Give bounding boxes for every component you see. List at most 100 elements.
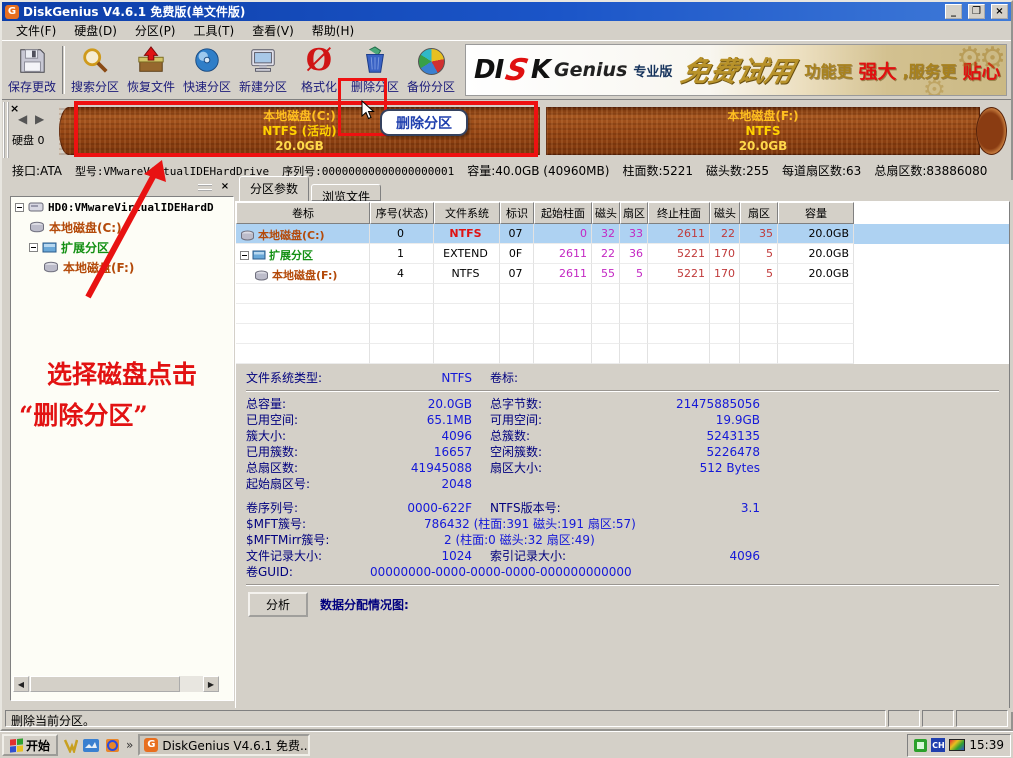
table-row-disk-f[interactable]: 本地磁盘(F:) 4 NTFS 07 2611 55 5 5221 170 5 … — [236, 264, 1009, 284]
gear-decoration-2: ⚙ — [923, 75, 946, 96]
disk-bar-area: × ◀ ▶ 硬盘 0 本地磁盘(C:) NTFS (活动) 20.0GB 本地磁… — [2, 100, 1011, 160]
menu-help[interactable]: 帮助(H) — [304, 20, 362, 41]
status-bar: 删除当前分区。 — [2, 708, 1011, 729]
partition-params-panel: 卷标 序号(状态) 文件系统 标识 起始柱面 磁头 扇区 终止柱面 磁头 扇区 … — [235, 201, 1010, 710]
partition-detail-panel: 分区参数 浏览文件 卷标 序号(状态) 文件系统 标识 起始柱面 磁头 扇区 — [235, 180, 1010, 710]
disk-heads: 磁头数:255 — [706, 162, 769, 179]
disk-sectors-per-track: 每道扇区数:63 — [782, 162, 861, 179]
pie-icon — [418, 45, 445, 77]
disk-capacity: 容量:40.0GB (40960MB) — [467, 162, 609, 179]
backup-partition-button[interactable]: 备份分区 — [403, 42, 459, 98]
recover-files-button[interactable]: 恢复文件 — [123, 42, 179, 98]
diskgenius-window: G DiskGenius V4.6.1 免费版(单文件版) _ ❐ × 文件(F… — [0, 0, 1013, 731]
filesystem-details: 文件系统类型: NTFS 卷标: 总容量:20.0GB总字节数:21475885… — [236, 364, 1009, 617]
separator — [246, 584, 999, 586]
red-annotation-text: 选择磁盘点击 “删除分区” — [11, 355, 233, 432]
display-tray-icon[interactable] — [949, 739, 965, 751]
new-partition-button[interactable]: 新建分区 — [235, 42, 291, 98]
tree-item-extended[interactable]: 扩展分区 — [25, 237, 233, 257]
menu-tools[interactable]: 工具(T) — [186, 20, 243, 41]
partition-icon — [240, 230, 255, 241]
disk-interface: 接口:ATA — [12, 162, 62, 179]
vmware-tools-tray-icon[interactable] — [914, 739, 927, 752]
save-changes-button[interactable]: 保存更改 — [4, 42, 60, 98]
pro-version-banner[interactable]: ⚙⚙ ⚙ DI S K Genius 专业版 免费试用 功能更 强大 ,服务更 … — [465, 44, 1007, 96]
status-pane — [922, 710, 954, 727]
quicklaunch-overflow-chevron[interactable]: » — [124, 738, 135, 752]
collapse-icon[interactable] — [29, 243, 38, 252]
tree-panel-header: × — [10, 181, 234, 195]
tree-item-disk-c[interactable]: 本地磁盘(C:) — [25, 217, 233, 237]
toolbar-separator — [62, 46, 65, 94]
tree-horizontal-scrollbar[interactable]: ◀ ▶ — [13, 676, 219, 692]
trash-icon — [360, 45, 390, 77]
tab-partition-params[interactable]: 分区参数 — [239, 176, 309, 202]
data-allocation-label: 数据分配情况图: — [320, 596, 409, 613]
partition-icon — [29, 221, 45, 233]
scroll-right-icon[interactable]: ▶ — [203, 676, 219, 692]
floppy-icon — [17, 45, 47, 77]
magnifier-icon — [80, 45, 110, 77]
mouse-cursor — [360, 100, 378, 120]
harddisk-icon — [28, 201, 44, 213]
tree-item-hd0[interactable]: HD0:VMwareVirtualIDEHardD — [11, 197, 233, 217]
menu-view[interactable]: 查看(V) — [244, 20, 302, 41]
minimize-button[interactable]: _ — [945, 4, 962, 19]
tab-browse-files[interactable]: 浏览文件 — [311, 184, 381, 201]
volume-label-value — [600, 370, 760, 386]
partition-f-segment[interactable]: 本地磁盘(F:) NTFS 20.0GB — [546, 107, 980, 155]
banner-logo-s: S — [503, 53, 532, 88]
app-icon: G — [5, 5, 19, 19]
system-tray: CH 15:39 — [907, 734, 1011, 757]
disk-cylinders: 柱面数:5221 — [622, 162, 693, 179]
scroll-left-icon[interactable]: ◀ — [13, 676, 29, 692]
table-row-extended[interactable]: 扩展分区 1 EXTEND 0F 2611 22 36 5221 170 5 2… — [236, 244, 1009, 264]
search-partition-button[interactable]: 搜索分区 — [67, 42, 123, 98]
delete-partition-tooltip: 删除分区 — [380, 109, 468, 136]
table-row-empty — [236, 284, 1009, 304]
tree-panel-close-icon[interactable]: × — [218, 181, 232, 194]
menu-partition[interactable]: 分区(P) — [127, 20, 184, 41]
banner-slogan-2: 强大 — [858, 57, 896, 84]
toolbar-gripper[interactable] — [3, 102, 9, 158]
main-area: × HD0:VMwareVirtualIDEHardD 本地磁盘(C:) — [2, 180, 1013, 712]
cylinder-end-cap — [976, 107, 1007, 155]
menu-disk[interactable]: 硬盘(D) — [66, 20, 125, 41]
language-indicator[interactable]: CH — [931, 738, 945, 752]
disk-tree: HD0:VMwareVirtualIDEHardD 本地磁盘(C:) 扩展分区 … — [10, 196, 234, 701]
extended-partition-icon — [42, 242, 57, 253]
blue-disc-icon — [192, 45, 222, 77]
recover-box-icon — [136, 45, 166, 77]
disk-info-line: 接口:ATA 型号:VMwareVirtualIDEHardDrive 序列号:… — [2, 160, 1011, 181]
quicklaunch-ie-icon[interactable] — [103, 736, 121, 754]
tree-item-disk-f[interactable]: 本地磁盘(F:) — [39, 257, 233, 277]
table-row-disk-c[interactable]: 本地磁盘(C:) 0 NTFS 07 0 32 33 2611 22 35 20… — [236, 224, 1009, 244]
maximize-button[interactable]: ❐ — [968, 4, 985, 19]
volume-label-label: 卷标: — [472, 370, 600, 386]
partition-table: 卷标 序号(状态) 文件系统 标识 起始柱面 磁头 扇区 终止柱面 磁头 扇区 … — [236, 202, 1009, 364]
collapse-icon[interactable] — [240, 251, 249, 260]
analyze-button[interactable]: 分析 — [248, 592, 308, 617]
quicklaunch-desktop-icon[interactable] — [82, 736, 100, 754]
taskbar-diskgenius-button[interactable]: G DiskGenius V4.6.1 免费... — [138, 734, 310, 756]
start-button[interactable]: 开始 — [2, 734, 58, 756]
disk-prev-next-arrows[interactable]: ◀ ▶ — [18, 112, 46, 126]
status-pane — [888, 710, 920, 727]
fs-type-value: NTFS — [368, 370, 472, 386]
panel-grip[interactable] — [198, 184, 212, 191]
separator — [246, 390, 999, 392]
menu-file[interactable]: 文件(F) — [8, 20, 64, 41]
close-button[interactable]: × — [991, 4, 1008, 19]
gear-decoration: ⚙⚙ — [956, 44, 1002, 76]
quicklaunch-vmware-icon[interactable] — [61, 736, 79, 754]
clock: 15:39 — [969, 738, 1004, 752]
monitor-icon — [248, 45, 278, 77]
partition-icon — [254, 270, 269, 281]
table-row-empty — [236, 324, 1009, 344]
desktop: G DiskGenius V4.6.1 免费版(单文件版) _ ❐ × 文件(F… — [0, 0, 1013, 758]
quick-partition-button[interactable]: 快速分区 — [179, 42, 235, 98]
banner-logo-k: K — [531, 55, 550, 85]
format-icon: Ø — [306, 45, 332, 77]
collapse-icon[interactable] — [15, 203, 24, 212]
scrollbar-thumb[interactable] — [30, 676, 180, 692]
